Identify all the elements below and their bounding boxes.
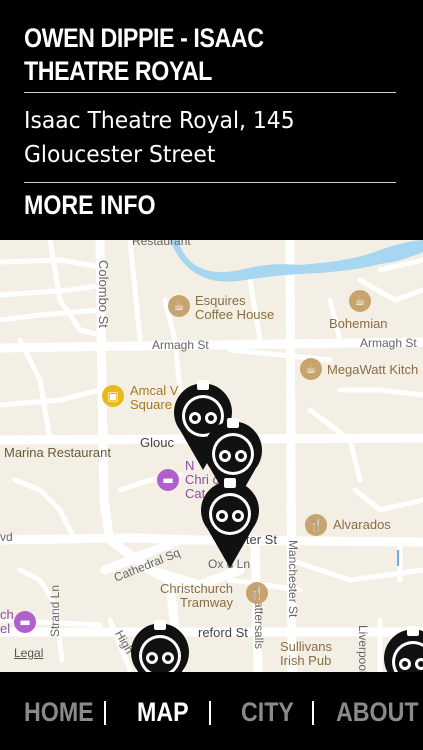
street-label: Restaurant	[132, 240, 191, 248]
nav-separator	[209, 701, 211, 725]
street-label-colombo: Colombo St	[96, 260, 111, 328]
street-label-hereford: reford St	[198, 625, 248, 640]
coffee-icon[interactable]: ☕	[349, 290, 371, 312]
venue-address: Isaac Theatre Royal, 145 Gloucester Stre…	[24, 108, 295, 168]
poi-label-esquires: Esquires Coffee House	[195, 293, 275, 322]
street-label-armagh: Armagh St	[152, 338, 209, 352]
shopping-bag-icon[interactable]: ▣	[102, 385, 124, 407]
street-label-strand: Strand Ln	[48, 585, 62, 638]
venue-info-panel: OWEN DIPPIE - ISAAC THEATRE ROYAL Isaac …	[0, 0, 423, 240]
coffee-icon[interactable]: ☕	[168, 295, 190, 317]
poi-label-bohemian: Bohemian	[329, 316, 388, 331]
artwork-pin[interactable]	[129, 618, 191, 672]
street-label: vd	[0, 530, 13, 544]
poi-label-megawatt: MegaWatt Kitch	[327, 362, 419, 377]
nav-city[interactable]: CITY	[241, 696, 294, 728]
artwork-pin[interactable]	[199, 476, 261, 572]
bed-icon[interactable]: ▬	[14, 611, 36, 633]
map-view[interactable]: Restaurant Colombo St Armagh St Armagh S…	[0, 240, 423, 672]
nav-separator	[312, 701, 314, 725]
divider	[24, 182, 396, 183]
nav-home[interactable]: HOME	[24, 696, 94, 728]
poi-label-tramway: Christchurch Tramway	[160, 581, 233, 610]
event-title: OWEN DIPPIE - ISAAC THEATRE ROYAL	[24, 23, 264, 86]
divider	[24, 92, 396, 93]
poi-label-alvarados: Alvarados	[333, 517, 391, 532]
street-label-liverpool: Liverpool	[356, 625, 370, 672]
poi-label-hotel: ch el	[0, 607, 14, 636]
nav-map[interactable]: MAP	[137, 696, 189, 728]
map-legal-link[interactable]: Legal	[14, 646, 43, 660]
street-label-gloucester: Glouc	[140, 435, 174, 450]
nav-separator	[104, 701, 106, 725]
bottom-nav: HOME MAP CITY ABOUT	[0, 672, 423, 750]
coffee-icon[interactable]: ☕	[300, 358, 322, 380]
poi-label-marina: Marina Restaurant	[4, 445, 111, 460]
street-label-manchester: Manchester St	[286, 540, 300, 618]
poi-label-sullivans: Sullivans Irish Pub	[280, 639, 333, 668]
more-info-button[interactable]: MORE INFO	[24, 188, 156, 222]
artwork-pin[interactable]	[382, 624, 423, 672]
fork-knife-icon[interactable]: 🍴	[246, 582, 268, 604]
fork-knife-icon[interactable]: 🍴	[305, 514, 327, 536]
nav-about[interactable]: ABOUT	[336, 696, 419, 728]
street-label-armagh: Armagh St	[360, 336, 417, 350]
